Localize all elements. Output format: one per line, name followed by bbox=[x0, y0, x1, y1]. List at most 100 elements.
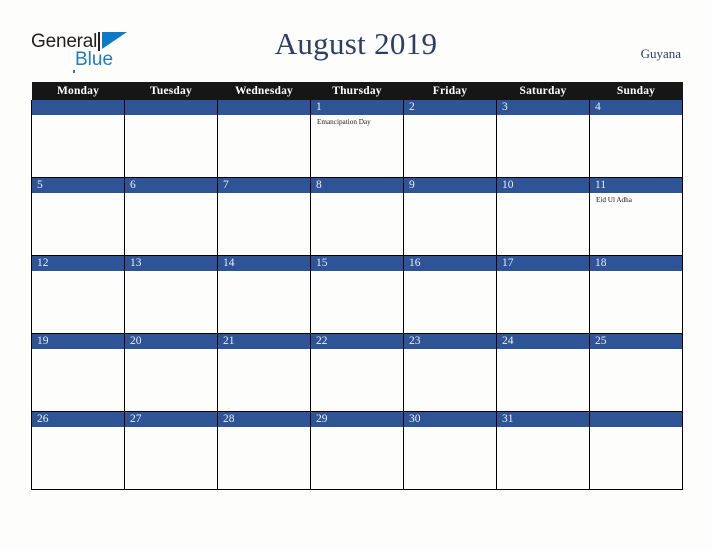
calendar-day-cell[interactable]: 4 bbox=[589, 100, 683, 178]
day-events bbox=[497, 427, 589, 430]
day-number: 20 bbox=[130, 335, 142, 347]
day-events: Emancipation Day bbox=[311, 115, 403, 127]
day-cell-inner: 23 bbox=[404, 334, 496, 411]
day-events bbox=[32, 349, 124, 352]
day-events bbox=[32, 193, 124, 196]
calendar-day-cell[interactable]: 25 bbox=[589, 333, 683, 412]
calendar-day-cell[interactable]: 9 bbox=[403, 177, 497, 256]
calendar-day-cell[interactable]: 1 Emancipation Day bbox=[310, 100, 404, 178]
calendar-day-cell[interactable]: 15 bbox=[310, 255, 404, 334]
calendar-day-cell[interactable]: 8 bbox=[310, 177, 404, 256]
day-events bbox=[32, 115, 124, 118]
calendar-day-cell[interactable]: 3 bbox=[496, 100, 590, 178]
day-number-bar: 27 bbox=[125, 412, 217, 427]
calendar-day-cell[interactable]: 5 bbox=[31, 177, 125, 256]
day-number: 2 bbox=[409, 101, 415, 113]
day-number-bar: 24 bbox=[497, 334, 589, 349]
day-number-bar: 14 bbox=[218, 256, 310, 271]
calendar-day-cell[interactable]: 30 bbox=[403, 411, 497, 490]
day-number-bar: 5 bbox=[32, 178, 124, 193]
day-cell-inner: 3 bbox=[497, 100, 589, 177]
calendar-day-cell[interactable]: 16 bbox=[403, 255, 497, 334]
calendar-day-cell[interactable]: 2 bbox=[403, 100, 497, 178]
day-number-bar: 20 bbox=[125, 334, 217, 349]
calendar-empty-cell bbox=[589, 411, 683, 490]
day-cell-inner: 7 bbox=[218, 178, 310, 255]
day-number: 1 bbox=[316, 101, 322, 113]
calendar-day-cell[interactable]: 26 bbox=[31, 411, 125, 490]
weekday-header-row: Monday Tuesday Wednesday Thursday Friday Satu… bbox=[31, 82, 683, 100]
day-cell-inner: 2 bbox=[404, 100, 496, 177]
day-number: 5 bbox=[37, 179, 43, 191]
weekday-header-saturday: Saturday bbox=[496, 82, 590, 100]
calendar-day-cell[interactable]: 29 bbox=[310, 411, 404, 490]
day-number: 8 bbox=[316, 179, 322, 191]
day-number: 12 bbox=[37, 257, 49, 269]
calendar-day-cell[interactable]: 13 bbox=[124, 255, 218, 334]
calendar-day-cell[interactable]: 17 bbox=[496, 255, 590, 334]
day-number: 30 bbox=[409, 413, 421, 425]
day-events bbox=[125, 115, 217, 118]
day-cell-inner: 1 Emancipation Day bbox=[311, 100, 403, 177]
calendar-week-row: 26 27 28 29 30 31 bbox=[31, 411, 683, 490]
day-number-bar: 17 bbox=[497, 256, 589, 271]
day-cell-inner: 21 bbox=[218, 334, 310, 411]
day-events bbox=[404, 271, 496, 274]
day-events bbox=[404, 349, 496, 352]
day-events bbox=[125, 193, 217, 196]
calendar-week-row: 12 13 14 15 16 17 18 bbox=[31, 255, 683, 334]
day-events bbox=[590, 271, 682, 274]
calendar-table: Monday Tuesday Wednesday Thursday Friday Satu… bbox=[31, 82, 683, 490]
day-events bbox=[218, 271, 310, 274]
day-events bbox=[497, 115, 589, 118]
calendar-day-cell[interactable]: 10 bbox=[496, 177, 590, 256]
day-number-bar: 18 bbox=[590, 256, 682, 271]
day-number: 23 bbox=[409, 335, 421, 347]
day-number: 15 bbox=[316, 257, 328, 269]
day-number-bar: 23 bbox=[404, 334, 496, 349]
calendar-day-cell[interactable]: 14 bbox=[217, 255, 311, 334]
day-number-bar: 3 bbox=[497, 100, 589, 115]
calendar-day-cell[interactable]: 31 bbox=[496, 411, 590, 490]
calendar-day-cell[interactable]: 12 bbox=[31, 255, 125, 334]
day-number: 13 bbox=[130, 257, 142, 269]
day-events bbox=[311, 271, 403, 274]
day-cell-inner: 9 bbox=[404, 178, 496, 255]
calendar-day-cell[interactable]: 18 bbox=[589, 255, 683, 334]
calendar-day-cell[interactable]: 19 bbox=[31, 333, 125, 412]
day-number-bar bbox=[218, 100, 310, 115]
day-number-bar: 21 bbox=[218, 334, 310, 349]
day-number: 6 bbox=[130, 179, 136, 191]
page-title: August 2019 bbox=[274, 26, 438, 61]
day-number: 28 bbox=[223, 413, 235, 425]
calendar-day-cell[interactable]: 6 bbox=[124, 177, 218, 256]
calendar-body: 1 Emancipation Day 2 3 4 5 6 7 8 9 10 11 Eid Ul Adha… bbox=[31, 100, 683, 490]
calendar-day-cell[interactable]: 7 bbox=[217, 177, 311, 256]
calendar-day-cell[interactable]: 23 bbox=[403, 333, 497, 412]
calendar-day-cell[interactable]: 21 bbox=[217, 333, 311, 412]
day-number: 17 bbox=[502, 257, 514, 269]
day-cell-inner: 14 bbox=[218, 256, 310, 333]
day-number-bar: 26 bbox=[32, 412, 124, 427]
calendar-day-cell[interactable]: 20 bbox=[124, 333, 218, 412]
weekday-header-sunday: Sunday bbox=[589, 82, 683, 100]
day-number-bar: 16 bbox=[404, 256, 496, 271]
day-cell-inner: 20 bbox=[125, 334, 217, 411]
day-events bbox=[125, 427, 217, 430]
calendar-day-cell[interactable]: 22 bbox=[310, 333, 404, 412]
day-events bbox=[218, 193, 310, 196]
day-number: 3 bbox=[502, 101, 508, 113]
holiday-event: Emancipation Day bbox=[317, 118, 371, 126]
calendar-week-row: 19 20 21 22 23 24 25 bbox=[31, 333, 683, 412]
day-number-bar: 31 bbox=[497, 412, 589, 427]
weekday-header-tuesday: Tuesday bbox=[124, 82, 218, 100]
calendar-day-cell[interactable]: 27 bbox=[124, 411, 218, 490]
day-number: 21 bbox=[223, 335, 235, 347]
day-cell-inner bbox=[32, 100, 124, 177]
day-cell-inner: 12 bbox=[32, 256, 124, 333]
day-cell-inner: 5 bbox=[32, 178, 124, 255]
day-cell-inner: 11 Eid Ul Adha bbox=[590, 178, 682, 255]
calendar-day-cell[interactable]: 11 Eid Ul Adha bbox=[589, 177, 683, 256]
calendar-day-cell[interactable]: 24 bbox=[496, 333, 590, 412]
calendar-day-cell[interactable]: 28 bbox=[217, 411, 311, 490]
